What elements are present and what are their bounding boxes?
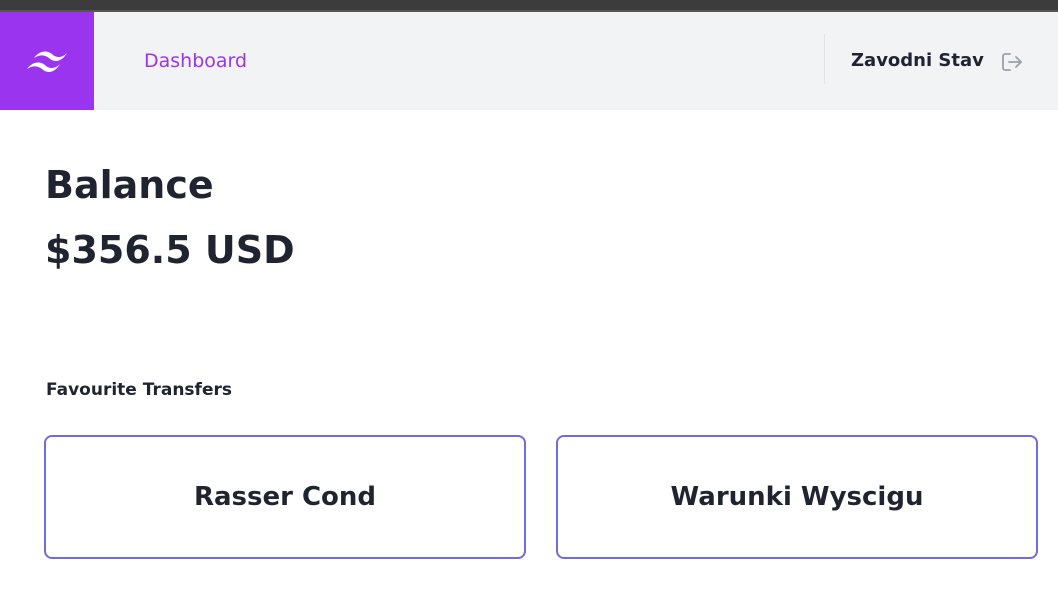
transfer-card-label: Rasser Cond xyxy=(193,482,377,512)
favourite-transfers-heading: Favourite Transfers xyxy=(46,380,232,400)
user-name: Zavodni Stav xyxy=(851,50,984,71)
favourite-transfer-card[interactable]: Warunki Wyscigu xyxy=(556,435,1038,559)
logout-icon xyxy=(1002,53,1022,71)
transfer-card-label: Warunki Wyscigu xyxy=(670,482,924,512)
logo[interactable] xyxy=(0,12,94,110)
navbar: Dashboard Zavodni Stav xyxy=(0,12,1058,110)
balance-title: Balance xyxy=(45,163,214,207)
nav-divider xyxy=(824,34,825,84)
window-top-strip xyxy=(0,0,1058,12)
logout-button[interactable] xyxy=(998,49,1026,75)
favourite-transfer-card[interactable]: Rasser Cond xyxy=(44,435,526,559)
nav-link-dashboard[interactable]: Dashboard xyxy=(144,48,247,74)
tailwind-wave-icon xyxy=(27,51,67,72)
balance-amount: $356.5 USD xyxy=(45,228,295,272)
